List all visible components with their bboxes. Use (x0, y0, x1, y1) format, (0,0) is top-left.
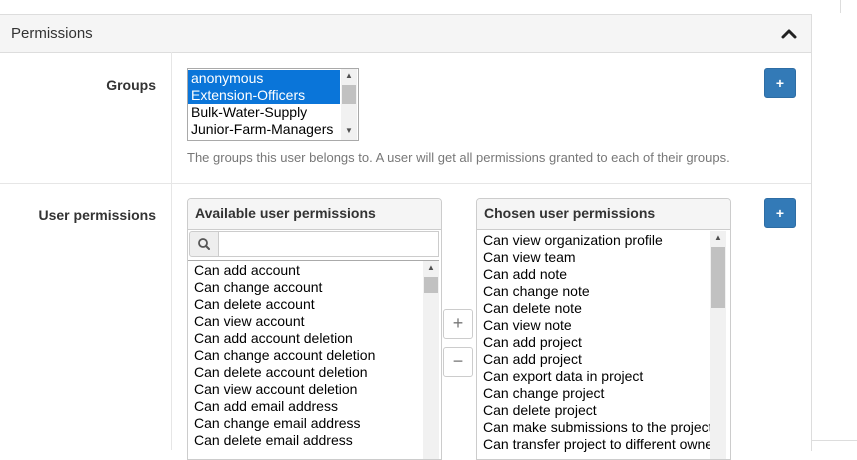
groups-option-list: anonymous Extension-Officers Bulk-Water-Su… (188, 70, 340, 138)
available-permissions-title: Available user permissions (188, 199, 441, 230)
panel-title: Permissions (11, 25, 93, 42)
filter-icon-box (189, 231, 219, 257)
remove-selected-permissions-button[interactable]: − (443, 347, 473, 377)
group-option[interactable]: Bulk-Water-Supply (188, 104, 340, 121)
available-permission-item[interactable]: Can delete email address (194, 432, 375, 449)
groups-scrollbar[interactable]: ▲ ▼ (341, 69, 357, 140)
bottom-edge-line (811, 440, 857, 441)
available-permission-item[interactable]: Can add email address (194, 398, 375, 415)
available-permission-item[interactable]: Can delete account (194, 296, 375, 313)
chosen-permissions-list[interactable]: Can view organization profile Can view te… (477, 230, 728, 459)
permission-filter-input[interactable] (219, 231, 439, 257)
scroll-up-icon[interactable]: ▲ (341, 69, 357, 83)
add-permission-button[interactable]: + (764, 198, 796, 228)
available-permission-item[interactable]: Can view account (194, 313, 375, 330)
chosen-permission-item[interactable]: Can delete project (483, 402, 711, 419)
available-scroll-thumb[interactable] (424, 277, 438, 293)
available-permission-item[interactable]: Can change account deletion (194, 347, 375, 364)
row-divider (0, 183, 811, 184)
chosen-permissions-box: Chosen user permissions Can view organiz… (476, 198, 731, 460)
available-permission-item[interactable]: Can delete account deletion (194, 364, 375, 381)
chosen-permissions-title: Chosen user permissions (477, 199, 730, 230)
available-permissions-items: Can add account Can change account Can del… (194, 262, 375, 449)
add-group-button[interactable]: + (764, 68, 796, 98)
available-permission-item[interactable]: Can change email address (194, 415, 375, 432)
groups-help-text: The groups this user belongs to. A user … (187, 150, 730, 165)
groups-select[interactable]: anonymous Extension-Officers Bulk-Water-Su… (187, 68, 359, 141)
user-permissions-label: User permissions (38, 207, 157, 223)
add-selected-permissions-button[interactable]: + (443, 309, 473, 339)
chosen-permission-item[interactable]: Can add note (483, 266, 711, 283)
available-scrollbar[interactable]: ▲ (423, 261, 439, 459)
chosen-permission-item[interactable]: Can transfer project to different owner (483, 436, 711, 453)
scroll-up-icon[interactable]: ▲ (710, 231, 726, 245)
available-permission-item[interactable]: Can add account (194, 262, 375, 279)
chosen-permission-item[interactable]: Can add project (483, 351, 711, 368)
panel-heading: Permissions (0, 15, 811, 53)
chevron-up-icon[interactable] (779, 24, 799, 44)
page-edge-line (840, 0, 841, 13)
groups-label: Groups (106, 77, 156, 93)
permissions-filter (188, 230, 441, 258)
available-permission-item[interactable]: Can add account deletion (194, 330, 375, 347)
chosen-permission-item[interactable]: Can delete note (483, 300, 711, 317)
chosen-permission-item[interactable]: Can view team (483, 249, 711, 266)
chosen-permissions-items: Can view organization profile Can view te… (483, 232, 711, 453)
group-option[interactable]: Extension-Officers (188, 87, 340, 104)
available-permission-item[interactable]: Can change account (194, 279, 375, 296)
chosen-permission-item[interactable]: Can view note (483, 317, 711, 334)
label-column (0, 52, 172, 450)
group-option[interactable]: Junior-Farm-Managers (188, 121, 340, 138)
chosen-permission-item[interactable]: Can change note (483, 283, 711, 300)
available-permissions-list[interactable]: Can add account Can change account Can del… (188, 260, 439, 459)
chosen-permission-item[interactable]: Can export data in project (483, 368, 711, 385)
scroll-up-icon[interactable]: ▲ (423, 261, 439, 275)
chosen-permission-item[interactable]: Can change project (483, 385, 711, 402)
scroll-down-icon[interactable]: ▼ (341, 124, 357, 138)
chosen-permission-item[interactable]: Can add project (483, 334, 711, 351)
available-permission-item[interactable]: Can view account deletion (194, 381, 375, 398)
chosen-permission-item[interactable]: Can view organization profile (483, 232, 711, 249)
group-option[interactable]: anonymous (188, 70, 340, 87)
groups-scroll-thumb[interactable] (342, 85, 356, 104)
search-icon (198, 238, 210, 250)
available-permissions-box: Available user permissions Can add accou… (187, 198, 442, 460)
chosen-scrollbar[interactable]: ▲ (710, 231, 726, 459)
chosen-scroll-thumb[interactable] (711, 247, 725, 308)
chosen-permission-item[interactable]: Can make submissions to the project (483, 419, 711, 436)
